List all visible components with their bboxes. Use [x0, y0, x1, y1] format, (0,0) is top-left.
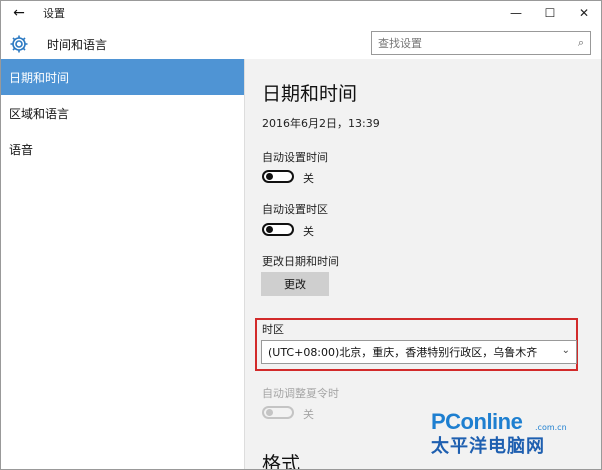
- dst-toggle[interactable]: [262, 406, 294, 419]
- window-title: 设置: [43, 7, 65, 20]
- app-section-title: 时间和语言: [47, 38, 108, 52]
- page-title: 日期和时间: [262, 83, 358, 105]
- back-arrow-icon: ←: [13, 5, 25, 21]
- dst-label: 自动调整夏令时: [262, 387, 339, 400]
- watermark-logo: PConline .com.cn 太平洋电脑网: [431, 409, 591, 461]
- toggle-knob: [266, 226, 273, 233]
- auto-time-toggle[interactable]: [262, 170, 294, 183]
- search-box[interactable]: ⌕: [371, 31, 591, 55]
- sidebar-item-speech[interactable]: 语音: [1, 131, 244, 167]
- sidebar-item-region-language[interactable]: 区域和语言: [1, 95, 244, 131]
- dst-state: 关: [303, 408, 314, 421]
- watermark-subtitle: 太平洋电脑网: [431, 436, 545, 457]
- sidebar-item-label: 语音: [9, 142, 34, 157]
- timezone-select[interactable]: (UTC+08:00)北京，重庆，香港特别行政区，乌鲁木齐 ⌄: [261, 340, 577, 364]
- search-icon[interactable]: ⌕: [572, 36, 590, 50]
- minimize-icon: —: [510, 6, 522, 20]
- settings-header: 时间和语言 ⌕: [1, 29, 601, 59]
- timezone-value: (UTC+08:00)北京，重庆，香港特别行政区，乌鲁木齐: [268, 346, 538, 359]
- search-input[interactable]: [372, 33, 572, 53]
- maximize-icon: ☐: [544, 6, 556, 20]
- auto-timezone-toggle[interactable]: [262, 223, 294, 236]
- maximize-button[interactable]: ☐: [533, 1, 567, 25]
- auto-time-label: 自动设置时间: [262, 151, 328, 164]
- auto-timezone-state: 关: [303, 225, 314, 238]
- auto-time-state: 关: [303, 172, 314, 185]
- close-icon: ✕: [578, 6, 590, 20]
- back-button[interactable]: ←: [1, 1, 37, 25]
- timezone-label: 时区: [262, 323, 284, 336]
- change-datetime-label: 更改日期和时间: [262, 255, 339, 268]
- sidebar-item-label: 日期和时间: [9, 70, 70, 85]
- chevron-down-icon: ⌄: [561, 345, 570, 356]
- minimize-button[interactable]: —: [499, 1, 533, 25]
- toggle-knob: [266, 409, 273, 416]
- sidebar-item-date-time[interactable]: 日期和时间: [1, 59, 244, 95]
- current-datetime: 2016年6月2日，13:39: [262, 117, 380, 130]
- title-bar: ← 设置 — ☐ ✕: [1, 1, 601, 25]
- content-pane: 日期和时间 2016年6月2日，13:39 自动设置时间 关 自动设置时区 关 …: [244, 59, 601, 470]
- close-button[interactable]: ✕: [567, 1, 601, 25]
- window-controls: — ☐ ✕: [499, 1, 601, 25]
- watermark-suffix: .com.cn: [535, 423, 567, 432]
- sidebar: 日期和时间 区域和语言 语音: [1, 59, 244, 469]
- change-datetime-button[interactable]: 更改: [261, 272, 329, 296]
- toggle-knob: [266, 173, 273, 180]
- auto-timezone-label: 自动设置时区: [262, 203, 328, 216]
- format-section-title: 格式: [262, 453, 301, 470]
- settings-window: ← 设置 — ☐ ✕ 时间和语言 ⌕: [0, 0, 602, 470]
- gear-icon: [10, 35, 28, 53]
- sidebar-item-label: 区域和语言: [9, 106, 70, 121]
